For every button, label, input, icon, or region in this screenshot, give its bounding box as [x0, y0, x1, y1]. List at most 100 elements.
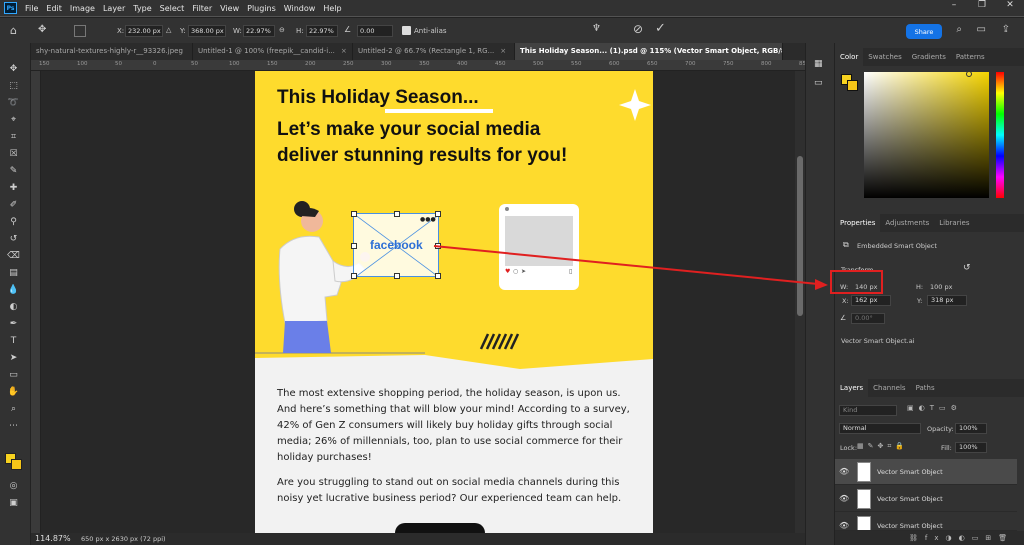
tab-gradients[interactable]: Gradients — [907, 48, 951, 66]
transform-handle[interactable] — [351, 243, 357, 249]
screen-mode-icon[interactable]: ▣ — [6, 497, 21, 510]
tab-document-active[interactable]: This Holiday Season... (1).psd @ 115% (V… — [515, 43, 783, 60]
tab-color[interactable]: Color — [835, 48, 864, 66]
background-color-swatch[interactable] — [11, 459, 22, 470]
opacity-field[interactable]: 100% — [955, 423, 987, 434]
fill-field[interactable]: 100% — [955, 442, 987, 453]
search-icon[interactable]: ⌕ — [956, 24, 962, 35]
vertical-scrollbar[interactable] — [795, 71, 805, 533]
link-icon[interactable]: △ — [166, 26, 171, 34]
w-field[interactable]: 22.97% — [243, 25, 275, 37]
menu-layer[interactable]: Layer — [99, 4, 129, 13]
tab-layers[interactable]: Layers — [835, 379, 869, 397]
layer-filter-icons[interactable]: ▣◐T▭⚙ — [907, 404, 962, 412]
menu-filter[interactable]: Filter — [188, 4, 216, 13]
menu-help[interactable]: Help — [319, 4, 345, 13]
transform-handle[interactable] — [351, 273, 357, 279]
minimize-icon[interactable]: – — [940, 0, 968, 10]
layer-row[interactable]: 👁 Vector Smart Object — [835, 459, 1017, 485]
move-tool-preset-icon[interactable]: ✥ — [38, 24, 46, 35]
object-select-tool-icon[interactable]: ⌖ — [6, 114, 21, 127]
angle-field[interactable]: 0.00 — [357, 25, 393, 37]
share-icon[interactable]: ⇪ — [1002, 24, 1010, 35]
tab-patterns[interactable]: Patterns — [951, 48, 990, 66]
h-field[interactable]: 22.97% — [306, 25, 338, 37]
visibility-eye-icon[interactable]: 👁 — [839, 521, 849, 530]
blur-tool-icon[interactable]: 💧 — [6, 284, 21, 297]
prop-x-field[interactable]: 162 px — [851, 295, 891, 306]
more-tools-icon[interactable]: ⋯ — [6, 420, 21, 433]
layers-footer-icons[interactable]: ⛓fx◑◐▭⊞🗑 — [835, 531, 1024, 545]
antialias-checkbox[interactable] — [402, 26, 411, 35]
visibility-eye-icon[interactable]: 👁 — [839, 494, 849, 503]
blend-mode-select[interactable]: Normal — [839, 423, 921, 434]
cancel-transform-icon[interactable]: ⊘ — [633, 22, 643, 36]
tab-paths[interactable]: Paths — [911, 379, 940, 397]
layer-row[interactable]: 👁 Vector Smart Object — [835, 513, 1017, 531]
menu-edit[interactable]: Edit — [42, 4, 66, 13]
share-button[interactable]: Share — [906, 24, 942, 39]
transform-handle[interactable] — [435, 211, 441, 217]
bg-color-swatch[interactable] — [847, 80, 858, 91]
transform-handle[interactable] — [351, 211, 357, 217]
move-tool-icon[interactable]: ✥ — [6, 63, 21, 76]
tab-libraries[interactable]: Libraries — [934, 214, 974, 232]
path-select-tool-icon[interactable]: ➤ — [6, 352, 21, 365]
menu-view[interactable]: View — [216, 4, 243, 13]
tab-swatches[interactable]: Swatches — [863, 48, 906, 66]
workspace-icon[interactable]: ▭ — [977, 24, 986, 35]
pen-tool-icon[interactable]: ✒ — [6, 318, 21, 331]
rectangle-tool-icon[interactable]: ▭ — [6, 369, 21, 382]
transform-handle[interactable] — [394, 273, 400, 279]
warp-icon[interactable]: ♆ — [592, 23, 601, 34]
menu-type[interactable]: Type — [129, 4, 155, 13]
menu-file[interactable]: File — [21, 4, 42, 13]
comments-icon[interactable]: ▭ — [814, 78, 823, 88]
lock-icons[interactable]: ▦✎✥⌗🔒 — [857, 442, 908, 451]
scrollbar-thumb[interactable] — [797, 156, 803, 316]
tab-document-1[interactable]: shy-natural-textures-highly-r__93326.jpe… — [31, 43, 193, 60]
frame-tool-icon[interactable]: ☒ — [6, 148, 21, 161]
transform-handle[interactable] — [394, 211, 400, 217]
lasso-tool-icon[interactable]: ➰ — [6, 97, 21, 110]
commit-transform-icon[interactable]: ✓ — [655, 21, 666, 36]
zoom-level[interactable]: 114.87% — [35, 534, 71, 543]
eraser-tool-icon[interactable]: ⌫ — [6, 250, 21, 263]
healing-tool-icon[interactable]: ✚ — [6, 182, 21, 195]
reference-point-icon[interactable] — [74, 25, 86, 37]
zoom-tool-icon[interactable]: ⌕ — [6, 403, 21, 416]
history-icon[interactable]: ▦ — [814, 59, 823, 69]
transform-handle[interactable] — [435, 243, 441, 249]
artboard[interactable]: This Holiday Season... Let’s make your s… — [255, 71, 653, 533]
history-brush-tool-icon[interactable]: ↺ — [6, 233, 21, 246]
menu-window[interactable]: Window — [280, 4, 320, 13]
hand-tool-icon[interactable]: ✋ — [6, 386, 21, 399]
close-icon[interactable]: ✕ — [996, 0, 1024, 10]
tab-properties[interactable]: Properties — [835, 214, 881, 232]
close-tab-icon[interactable]: × — [500, 47, 506, 55]
tab-channels[interactable]: Channels — [868, 379, 910, 397]
facebook-smart-object[interactable]: ●●● facebook — [351, 211, 441, 279]
x-field[interactable]: 232.00 px — [125, 25, 163, 37]
tab-document-3[interactable]: Untitled-2 @ 66.7% (Rectangle 1, RG... × — [353, 43, 515, 60]
restore-icon[interactable]: ❐ — [968, 0, 996, 10]
brush-tool-icon[interactable]: ✐ — [6, 199, 21, 212]
quick-mask-icon[interactable]: ◎ — [6, 480, 21, 493]
prop-h-value[interactable]: 100 px — [930, 283, 952, 291]
color-picker-cursor[interactable] — [966, 71, 972, 77]
layer-row[interactable]: 👁 Vector Smart Object — [835, 486, 1017, 512]
menu-image[interactable]: Image — [66, 4, 99, 13]
layer-filter-kind[interactable]: Kind — [839, 405, 897, 416]
prop-y-field[interactable]: 318 px — [927, 295, 967, 306]
gradient-tool-icon[interactable]: ▤ — [6, 267, 21, 280]
eyedropper-tool-icon[interactable]: ✎ — [6, 165, 21, 178]
crop-tool-icon[interactable]: ⌗ — [6, 131, 21, 144]
marquee-tool-icon[interactable]: ⬚ — [6, 80, 21, 93]
close-tab-icon[interactable]: × — [341, 47, 347, 55]
type-tool-icon[interactable]: T — [6, 335, 21, 348]
tab-document-2[interactable]: Untitled-1 @ 100% (freepik__candid-i... × — [193, 43, 353, 60]
reset-transform-icon[interactable]: ↺ — [963, 263, 971, 273]
menu-select[interactable]: Select — [156, 4, 189, 13]
menu-plugins[interactable]: Plugins — [243, 4, 280, 13]
prop-angle-field[interactable]: 0.00° — [851, 313, 885, 324]
